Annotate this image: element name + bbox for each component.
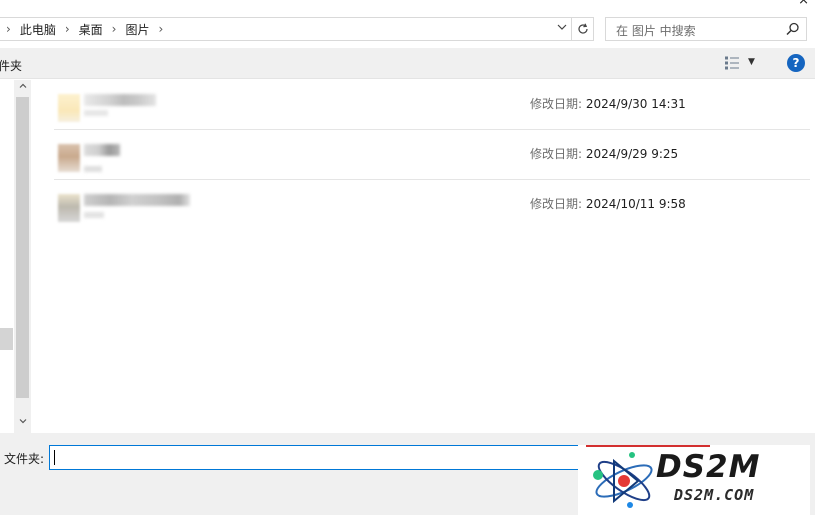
watermark-logo: DS2M DS2M.COM	[578, 445, 810, 515]
atom-logo-icon	[593, 452, 653, 508]
vertical-scrollbar[interactable]	[14, 80, 31, 433]
view-options-chevron-down-icon: ▼	[748, 57, 755, 67]
file-name-blurred-line	[84, 166, 102, 172]
navigation-pane-scrollbar[interactable]	[0, 328, 13, 350]
file-row[interactable]: 修改日期: 2024/9/30 14:31	[54, 80, 810, 130]
file-pane: 修改日期: 2024/9/30 14:31 修改日期: 2024/9/29 9:…	[0, 80, 815, 433]
file-name-blurred	[84, 194, 190, 206]
file-name-blurred-line	[84, 212, 104, 218]
scroll-down-chevron-icon[interactable]	[14, 416, 31, 432]
address-row: × › 此电脑 › 桌面 › 图片 › 在 图片 中搜索	[0, 0, 815, 48]
modified-date-label: 修改日期:	[530, 147, 583, 161]
breadcrumb-chevron-icon[interactable]: ›	[112, 22, 117, 36]
breadcrumb: › 此电脑 › 桌面 › 图片 ›	[6, 21, 172, 37]
scroll-up-chevron-icon[interactable]	[14, 81, 31, 97]
folder-label: 文件夹:	[4, 452, 45, 466]
file-thumbnail-icon	[58, 144, 80, 172]
search-input[interactable]: 在 图片 中搜索	[616, 22, 696, 39]
search-icon[interactable]	[786, 22, 800, 36]
modified-date-label: 修改日期:	[530, 97, 583, 111]
file-row[interactable]: 修改日期: 2024/9/29 9:25	[54, 130, 810, 180]
close-icon[interactable]: ×	[798, 0, 809, 8]
breadcrumb-root-chevron-icon[interactable]: ›	[6, 22, 11, 36]
refresh-icon	[578, 23, 588, 34]
scrollbar-thumb[interactable]	[16, 97, 29, 398]
modified-date-value: 2024/9/29 9:25	[585, 147, 679, 161]
file-name-blurred-line	[84, 110, 108, 116]
modified-date-label: 修改日期:	[530, 197, 583, 211]
file-row[interactable]: 修改日期: 2024/10/11 9:58	[54, 180, 810, 230]
file-thumbnail-icon	[58, 194, 80, 222]
file-modified-date: 修改日期: 2024/10/11 9:58	[530, 195, 686, 212]
watermark-subtitle: DS2M.COM	[674, 486, 755, 504]
file-modified-date: 修改日期: 2024/9/30 14:31	[530, 95, 686, 112]
modified-date-value: 2024/9/30 14:31	[585, 97, 686, 111]
command-bar: 件夹 ▼ ?	[0, 48, 815, 79]
breadcrumb-item-desktop[interactable]: 桌面	[79, 21, 103, 38]
file-modified-date: 修改日期: 2024/9/29 9:25	[530, 145, 678, 162]
address-bar[interactable]: › 此电脑 › 桌面 › 图片 ›	[0, 17, 572, 41]
address-history-chevron-down-icon[interactable]	[557, 21, 567, 36]
watermark-title: DS2M	[656, 449, 761, 485]
breadcrumb-chevron-icon[interactable]: ›	[65, 22, 70, 36]
file-thumbnail-icon	[58, 94, 80, 122]
details-view-icon	[725, 56, 739, 70]
text-caret	[54, 450, 55, 465]
breadcrumb-item-this-pc[interactable]: 此电脑	[20, 21, 56, 38]
file-name-blurred	[84, 94, 156, 106]
file-list: 修改日期: 2024/9/30 14:31 修改日期: 2024/9/29 9:…	[54, 80, 810, 230]
refresh-button[interactable]	[572, 17, 594, 41]
breadcrumb-item-pictures[interactable]: 图片	[125, 21, 149, 38]
modified-date-value: 2024/10/11 9:58	[585, 197, 686, 211]
help-button[interactable]: ?	[787, 54, 805, 72]
search-box[interactable]: 在 图片 中搜索	[605, 17, 807, 41]
breadcrumb-chevron-icon[interactable]: ›	[158, 22, 163, 36]
new-folder-button[interactable]: 件夹	[0, 57, 22, 74]
view-options-button[interactable]: ▼	[722, 54, 762, 74]
file-name-blurred	[84, 144, 120, 156]
